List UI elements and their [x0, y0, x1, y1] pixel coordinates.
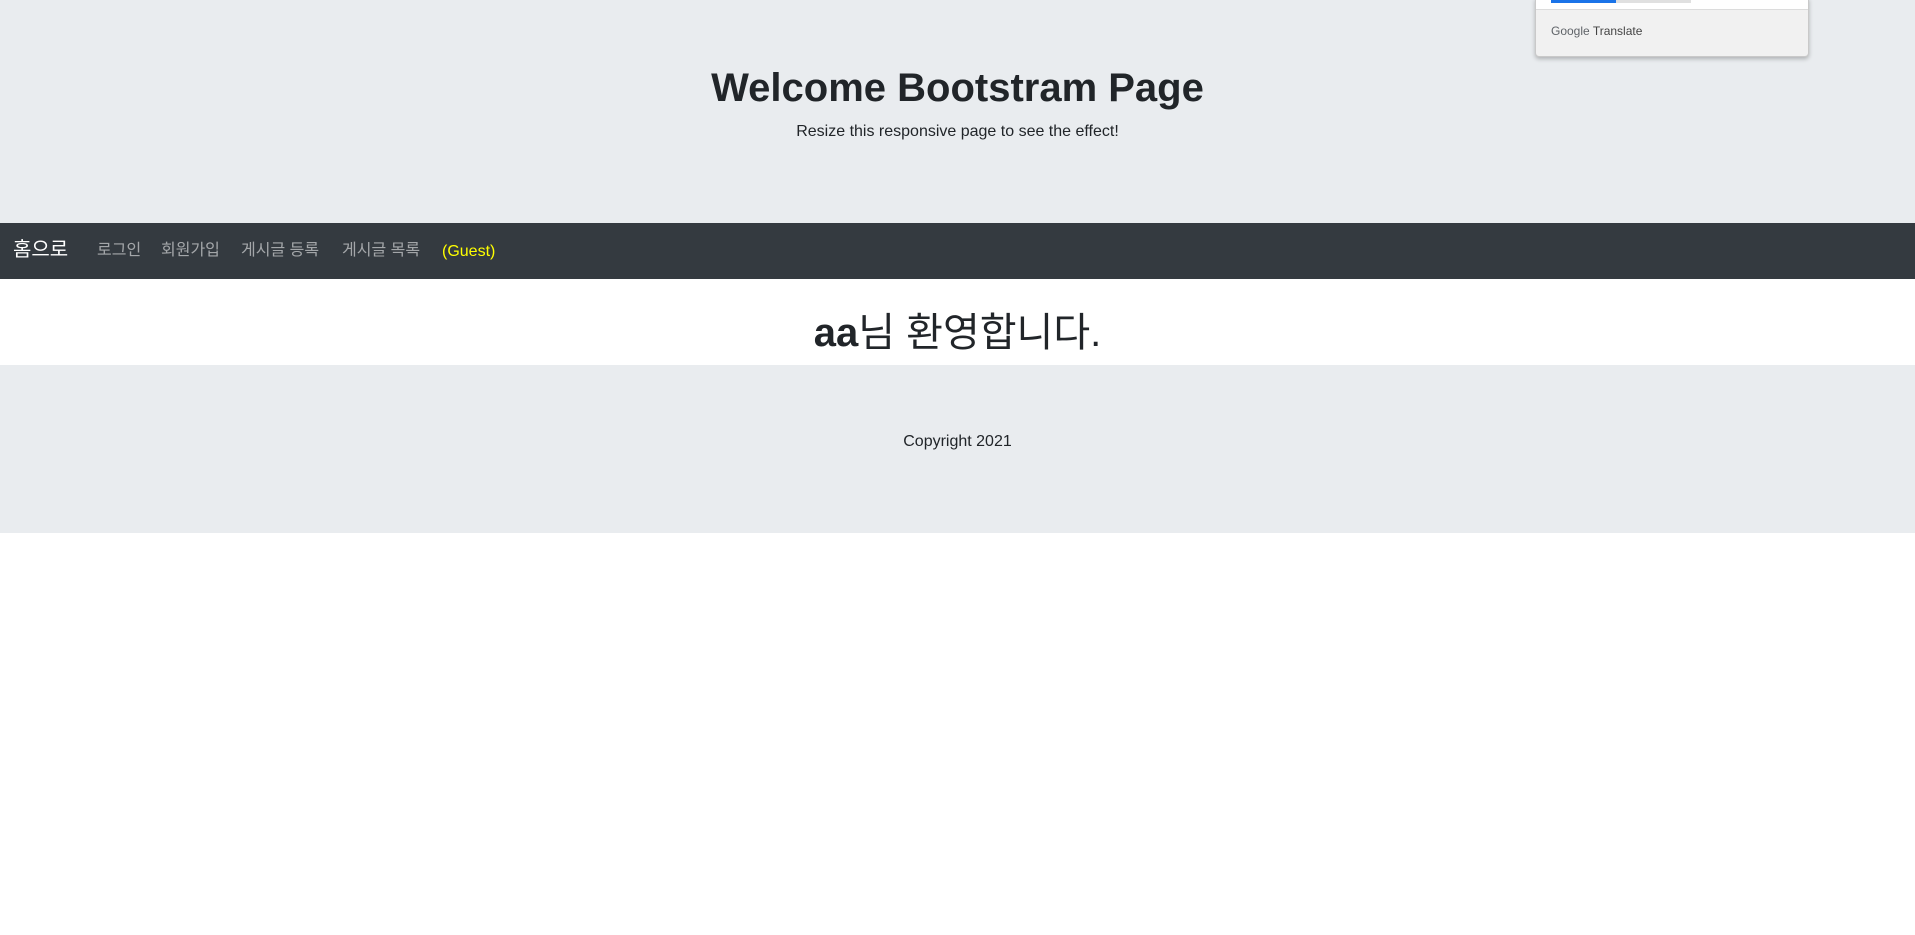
translate-tab[interactable]: [1616, 0, 1691, 3]
page-title: Welcome Bootstram Page: [711, 66, 1204, 110]
google-logo-text: Google: [1551, 24, 1590, 38]
welcome-message: 님 환영합니다.: [858, 311, 1102, 355]
copyright-text: Copyright 2021: [903, 433, 1012, 450]
nav-login-link[interactable]: 로그인: [97, 241, 141, 261]
nav-post-create-link[interactable]: 게시글 등록: [241, 241, 319, 261]
page-subtitle: Resize this responsive page to see the e…: [796, 123, 1119, 140]
nav-post-list-link[interactable]: 게시글 목록: [342, 241, 420, 261]
user-status-badge: (Guest): [442, 243, 496, 260]
welcome-section: aa님 환영합니다.: [0, 279, 1915, 365]
google-translate-brand: Google Translate: [1551, 24, 1642, 38]
translate-tab-active[interactable]: [1551, 0, 1616, 3]
home-link[interactable]: 홈으로: [13, 238, 68, 262]
main-navbar: 홈으로 로그인 회원가입 게시글 등록 게시글 목록 (Guest): [0, 223, 1915, 279]
page-footer: Copyright 2021: [0, 365, 1915, 533]
google-translate-popup[interactable]: Google Translate: [1535, 0, 1809, 57]
welcome-username: aa: [813, 311, 859, 355]
translate-label: Translate: [1592, 24, 1643, 38]
welcome-heading: aa님 환영합니다.: [0, 309, 1915, 357]
nav-signup-link[interactable]: 회원가입: [161, 241, 220, 261]
